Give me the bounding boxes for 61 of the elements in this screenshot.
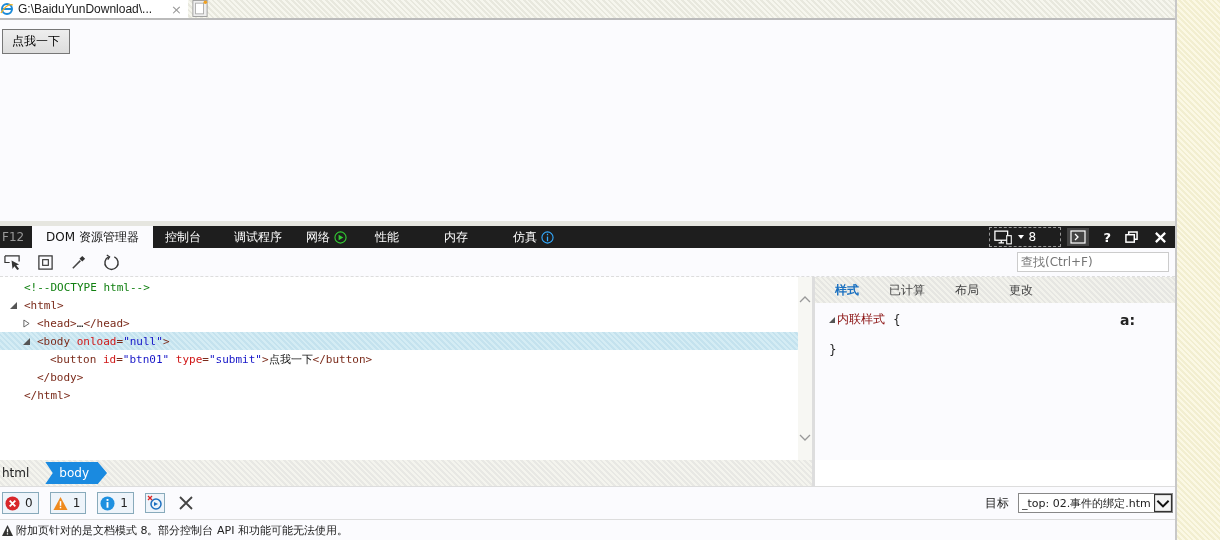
- pseudo-state-button[interactable]: a:: [1119, 311, 1135, 328]
- caret-icon: [1018, 235, 1025, 239]
- dom-node-row[interactable]: <body onload="null">: [0, 332, 798, 350]
- info-icon: [540, 230, 554, 244]
- dom-node-row[interactable]: <head>…</head>: [0, 314, 798, 332]
- tab-title: G:\BaiduYunDownload\...: [18, 2, 154, 16]
- status-message: 附加页针对的是文档模式 8。部分控制台 API 和功能可能无法使用。: [16, 522, 348, 538]
- rule-name: 内联样式: [837, 311, 885, 328]
- restore-icon[interactable]: [1125, 230, 1138, 244]
- breadcrumb-item[interactable]: body: [45, 462, 108, 484]
- breadcrumb-item[interactable]: html: [0, 462, 46, 484]
- browser-logo-icon: [0, 2, 14, 16]
- eyedropper-icon[interactable]: [70, 253, 87, 271]
- search-field[interactable]: 查找(Ctrl+F): [1017, 252, 1169, 272]
- document-mode-button[interactable]: 8: [989, 227, 1062, 247]
- dom-node-row[interactable]: <!--DOCTYPE html-->: [0, 278, 798, 296]
- styles-tab[interactable]: 更改: [1009, 281, 1033, 299]
- warning-count-button[interactable]: 1: [49, 492, 87, 514]
- devtools-tab[interactable]: 内存: [431, 226, 501, 248]
- error-count-button[interactable]: 0: [2, 492, 39, 514]
- clear-icon[interactable]: [177, 495, 194, 511]
- devtools-tab[interactable]: 性能: [362, 226, 432, 248]
- select-element-icon[interactable]: [4, 253, 21, 271]
- scroll-down-icon[interactable]: [799, 434, 811, 442]
- expanded-icon[interactable]: [23, 337, 30, 345]
- devtools-tab[interactable]: DOM 资源管理器: [32, 226, 153, 248]
- scroll-up-icon[interactable]: [799, 295, 811, 303]
- devtools-tab[interactable]: 网络: [293, 226, 363, 248]
- brace: {: [893, 312, 901, 327]
- info-icon: [100, 495, 116, 511]
- expanded-icon[interactable]: [10, 301, 17, 309]
- highlight-box-icon[interactable]: [37, 253, 54, 271]
- refresh-icon[interactable]: [103, 253, 120, 271]
- dom-node-row[interactable]: <button id="btn01" type="submit">点我一下</button>: [0, 350, 798, 368]
- close-icon[interactable]: [1154, 230, 1167, 244]
- error-icon: [5, 495, 20, 511]
- devtools-tab[interactable]: 控制台: [152, 226, 222, 248]
- new-tab-icon[interactable]: [192, 0, 208, 17]
- info-count-button[interactable]: 1: [97, 492, 134, 514]
- play-icon: [333, 230, 347, 244]
- console-icon[interactable]: [1067, 228, 1090, 246]
- f12-label: F12: [1, 230, 26, 244]
- dom-node-row[interactable]: </html>: [0, 386, 798, 404]
- styles-tab[interactable]: 布局: [955, 281, 979, 299]
- help-button[interactable]: ?: [1097, 229, 1117, 245]
- clear-on-navigate-icon[interactable]: [144, 493, 165, 513]
- collapsed-icon[interactable]: [23, 318, 30, 328]
- expanded-icon[interactable]: [829, 316, 835, 323]
- devtools-tab[interactable]: 调试程序: [221, 226, 294, 248]
- devtools-tab[interactable]: 仿真: [500, 226, 570, 248]
- dom-node-row[interactable]: <html>: [0, 296, 798, 314]
- browser-tab[interactable]: G:\BaiduYunDownload\... ×: [0, 0, 188, 18]
- dom-node-row[interactable]: </body>: [0, 368, 798, 386]
- monitor-icon: [994, 229, 1015, 245]
- target-label: 目标: [985, 494, 1009, 512]
- page-button[interactable]: 点我一下: [2, 29, 70, 54]
- brace: }: [829, 343, 837, 357]
- styles-tab[interactable]: 已计算: [889, 281, 925, 299]
- styles-tab[interactable]: 样式: [835, 281, 859, 299]
- warning-icon: [52, 495, 68, 511]
- target-dropdown[interactable]: _top: 02.事件的绑定.htm: [1018, 493, 1173, 513]
